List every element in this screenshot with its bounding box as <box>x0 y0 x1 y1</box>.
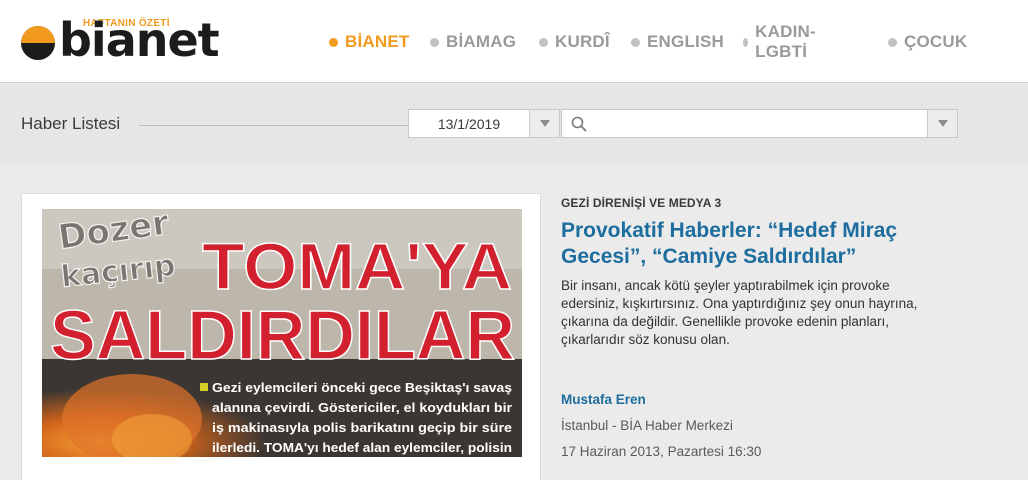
newspaper-clipping: Dozer kaçırıp TOMA'YA SALDIRDILAR Gezi e… <box>42 209 522 457</box>
nav-label: KADIN-LGBTİ <box>755 22 816 61</box>
logo-mark-icon <box>21 26 55 60</box>
site-header: HAFTANIN ÖZETİ bianet BİANET BİAMAG KURD… <box>0 0 1028 83</box>
nav-label: BİANET <box>345 32 410 51</box>
article-author[interactable]: Mustafa Eren <box>561 392 646 407</box>
bianet-logo[interactable]: HAFTANIN ÖZETİ bianet <box>21 14 226 66</box>
search-input[interactable] <box>592 110 922 137</box>
search-icon <box>571 116 587 132</box>
nav-label: ÇOCUK <box>904 32 968 51</box>
nav-label: ENGLISH <box>647 32 724 51</box>
nav-item-biamag[interactable]: BİAMAG <box>430 31 516 53</box>
title-divider <box>139 125 408 126</box>
nav-item-kadin-lgbti[interactable]: KADIN-LGBTİ <box>743 22 820 61</box>
article-source: İstanbul - BİA Haber Merkezi <box>561 418 733 433</box>
logo-wordmark: bianet <box>59 13 220 67</box>
nav-dot-icon <box>631 37 640 47</box>
nav-dot-icon <box>888 37 897 47</box>
clip-headline-big2: SALDIRDILAR <box>50 296 515 374</box>
nav-dot-icon <box>329 37 338 47</box>
nav-item-english[interactable]: ENGLISH <box>631 31 724 53</box>
chevron-down-icon <box>539 120 550 127</box>
nav-dot-icon <box>539 37 548 47</box>
nav-label: BİAMAG <box>446 32 517 51</box>
date-select[interactable]: 13/1/2019 <box>408 109 530 138</box>
page-title: Haber Listesi <box>21 114 121 133</box>
nav-label: KURDÎ <box>555 32 610 51</box>
date-dropdown-button[interactable] <box>529 109 560 138</box>
article-summary-text: Bir insanı, ancak kötü şeyler yaptırabil… <box>561 278 918 347</box>
clip-body-line-2: alanına çevirdi. Göstericiler, el koyduk… <box>212 400 512 415</box>
search-box[interactable] <box>561 109 928 138</box>
nav-item-kurdi[interactable]: KURDÎ <box>539 31 610 53</box>
nav-item-bianet[interactable]: BİANET <box>329 31 409 53</box>
filter-bar: Haber Listesi 13/1/2019 <box>0 84 1028 164</box>
clip-body-line-1: Gezi eylemcileri önceki gece Beşiktaş'ı … <box>212 380 512 395</box>
article-image-card: Dozer kaçırıp TOMA'YA SALDIRDILAR Gezi e… <box>21 193 541 480</box>
nav-dot-icon <box>743 37 749 47</box>
clip-body-line-3: iş makinasıyla polis barikatını geçip bi… <box>212 420 512 435</box>
chevron-down-icon <box>937 120 948 127</box>
article-category[interactable]: GEZİ DİRENİŞİ VE MEDYA 3 <box>561 196 721 210</box>
article-headline[interactable]: Provokatif Haberler: “Hedef Miraç Gecesi… <box>561 218 951 270</box>
clip-body-line-4: ilerledi. TOMA'yı hedef alan eylemciler,… <box>212 440 512 455</box>
nav-dot-icon <box>430 37 439 47</box>
search-dropdown-button[interactable] <box>927 109 958 138</box>
article-photo[interactable]: Dozer kaçırıp TOMA'YA SALDIRDILAR Gezi e… <box>42 209 522 457</box>
nav-item-cocuk[interactable]: ÇOCUK <box>888 31 967 53</box>
article-date: 17 Haziran 2013, Pazartesi 16:30 <box>561 444 762 459</box>
clip-headline-big1: TOMA'YA <box>202 229 512 303</box>
